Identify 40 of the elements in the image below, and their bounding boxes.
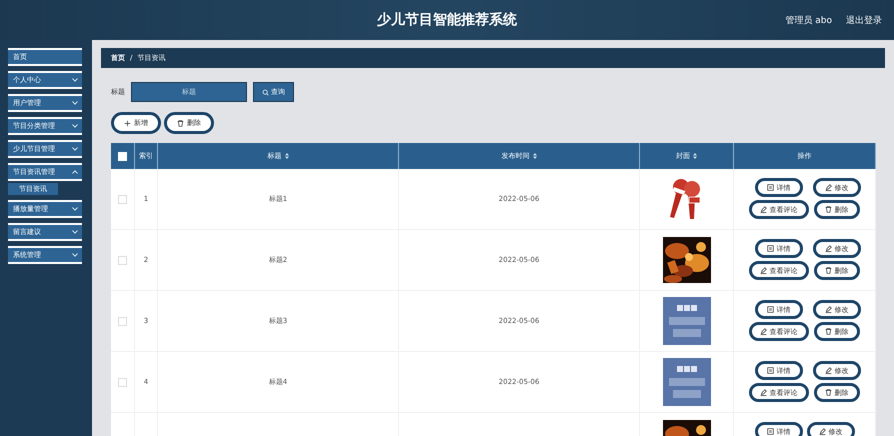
trash-icon [824,328,832,335]
sort-icon[interactable] [693,153,697,159]
plus-icon [124,120,131,126]
row-checkbox[interactable] [118,256,127,264]
chevron-icon [72,78,78,82]
sort-icon[interactable] [284,153,288,159]
chevron-icon [72,253,78,257]
pencil-icon [824,245,832,252]
chevron-icon [72,230,78,234]
logout-link[interactable]: 退出登录 [846,14,882,26]
pencil-icon [760,267,766,274]
pencil-icon [824,184,832,191]
chevron-icon [72,147,78,151]
sort-icon[interactable] [532,153,536,159]
admin-name: 管理员 abo [785,14,832,26]
trash-icon [824,267,832,274]
document-icon [766,367,774,374]
document-icon [766,428,774,435]
pencil-icon [760,328,766,335]
row-checkbox[interactable] [118,378,127,386]
row-checkbox[interactable] [118,316,127,326]
pencil-icon [760,389,766,396]
trash-icon [824,206,832,213]
row-checkbox[interactable] [118,194,127,204]
pencil-icon [818,428,826,435]
document-icon [766,306,774,313]
chevron-icon [72,170,78,174]
document-icon [766,245,774,252]
pencil-icon [824,367,832,374]
chevron-icon [72,124,78,128]
select-all-checkbox[interactable] [118,152,127,160]
document-icon [766,184,774,191]
system-title: 少儿节目智能推荐系统 [377,11,517,29]
chevron-icon [72,207,78,211]
chevron-icon [72,101,78,105]
search-icon [262,88,269,96]
trash-icon [824,389,832,396]
pencil-icon [760,206,766,213]
trash-icon [177,120,184,126]
pencil-icon [824,306,832,313]
